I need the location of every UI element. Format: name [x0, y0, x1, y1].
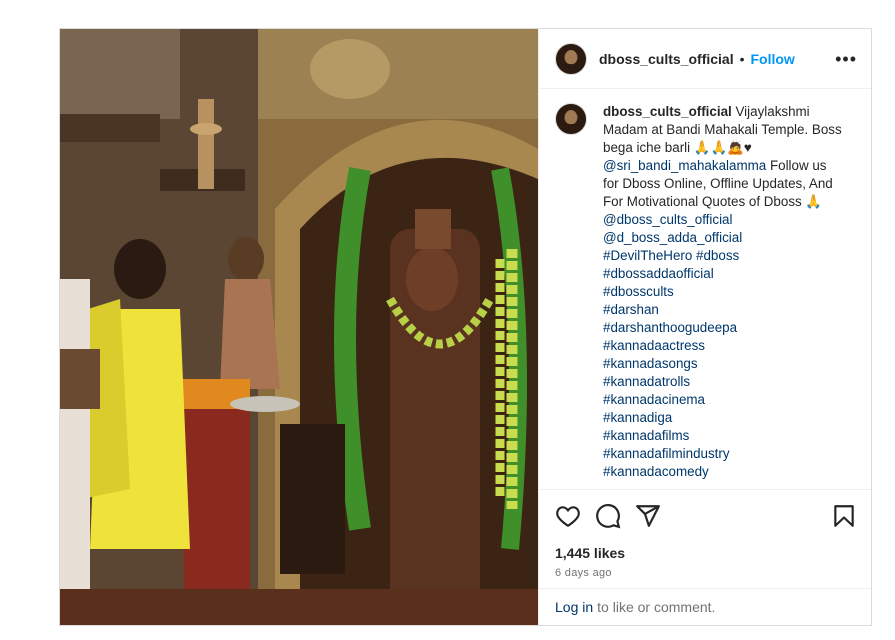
username[interactable]: dboss_cults_official: [599, 51, 734, 67]
comment-icon[interactable]: [595, 503, 621, 529]
follow-button[interactable]: Follow: [751, 51, 795, 67]
hashtag-link[interactable]: @dboss_cults_official: [603, 211, 843, 229]
hashtag-link[interactable]: #kannadacomedy: [603, 463, 843, 481]
separator-dot: •: [739, 50, 745, 67]
post-sidebar: dboss_cults_official • Follow ••• dboss_…: [538, 29, 871, 625]
caption-text: dboss_cults_official Vijaylakshmi Madam …: [603, 103, 843, 481]
caption-mention[interactable]: @sri_bandi_mahakalamma: [603, 158, 766, 173]
post-timestamp[interactable]: 6 days ago: [539, 564, 871, 588]
hashtag-link[interactable]: #kannadatrolls: [603, 373, 843, 391]
hashtag-link[interactable]: #DevilTheHero #dboss: [603, 247, 843, 265]
action-bar: [539, 490, 871, 542]
hashtag-link[interactable]: #kannadafilms: [603, 427, 843, 445]
likes-count[interactable]: 1,445 likes: [539, 542, 871, 564]
bookmark-icon[interactable]: [831, 503, 857, 529]
hashtag-link[interactable]: #kannadasongs: [603, 355, 843, 373]
more-options-icon[interactable]: •••: [835, 50, 857, 68]
hashtag-link[interactable]: #darshanthoogudeepa: [603, 319, 843, 337]
caption-username[interactable]: dboss_cults_official: [603, 104, 732, 119]
hashtag-link[interactable]: #darshan: [603, 301, 843, 319]
heart-icon[interactable]: [555, 503, 581, 529]
login-prompt-text: to like or comment.: [597, 599, 716, 615]
share-icon[interactable]: [635, 503, 661, 529]
hashtag-link[interactable]: #kannadiga: [603, 409, 843, 427]
caption-area: dboss_cults_official Vijaylakshmi Madam …: [539, 89, 871, 490]
instagram-post: dboss_cults_official • Follow ••• dboss_…: [59, 28, 872, 626]
avatar[interactable]: [555, 42, 587, 75]
post-image[interactable]: [60, 29, 538, 625]
login-prompt: Log in to like or comment.: [539, 588, 871, 625]
hashtag-link[interactable]: #kannadacinema: [603, 391, 843, 409]
hashtag-link[interactable]: #kannadafilmindustry: [603, 445, 843, 463]
hashtag-link[interactable]: #dbossaddaofficial: [603, 265, 843, 283]
hashtag-link[interactable]: @d_boss_adda_official: [603, 229, 843, 247]
hashtag-link[interactable]: #kannadaactress: [603, 337, 843, 355]
temple-photo: [60, 29, 538, 625]
hashtag-link[interactable]: #dbosscults: [603, 283, 843, 301]
post-header: dboss_cults_official • Follow •••: [539, 29, 871, 89]
caption-avatar[interactable]: [555, 103, 587, 135]
login-link[interactable]: Log in: [555, 599, 593, 615]
